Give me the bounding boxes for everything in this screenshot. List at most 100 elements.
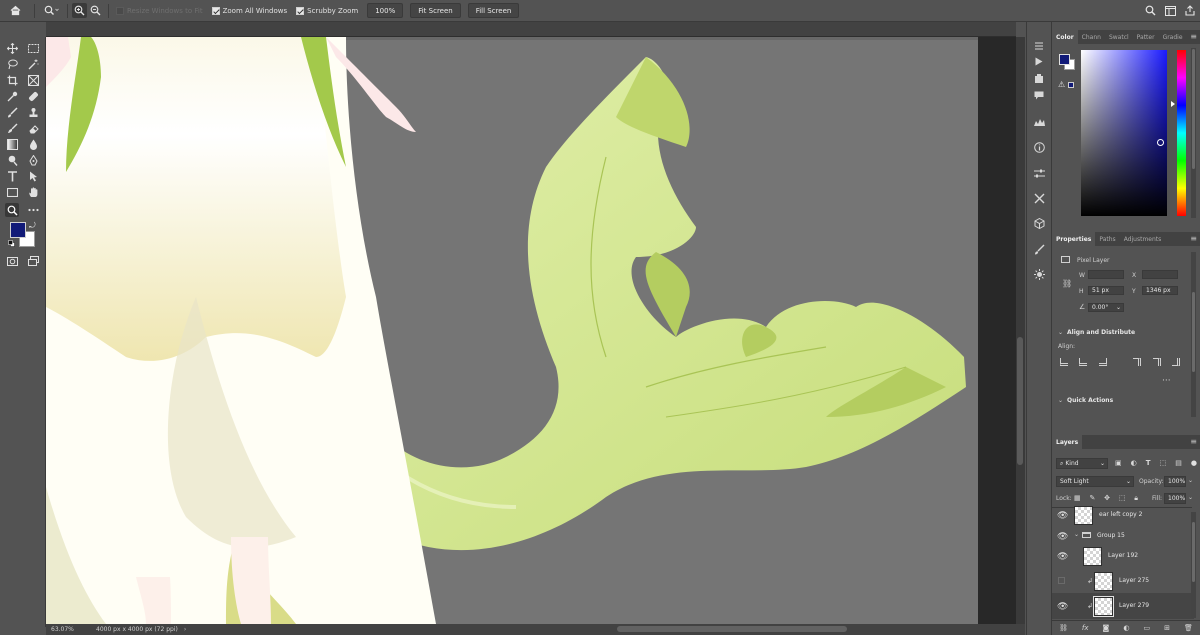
width-field[interactable]	[1088, 270, 1124, 279]
new-group-icon[interactable]: ▭	[1143, 624, 1150, 632]
more-tools-icon[interactable]	[26, 203, 40, 217]
align-right-icon[interactable]	[1098, 358, 1107, 366]
web-safe-swatch[interactable]	[1068, 82, 1074, 88]
zoom-in-icon[interactable]	[72, 3, 87, 18]
tab-layers[interactable]: Layers	[1052, 435, 1083, 449]
info-icon[interactable]	[1032, 141, 1046, 153]
brush-tool-icon[interactable]	[5, 105, 19, 119]
visibility-eye-icon[interactable]: 👁︎	[1057, 602, 1068, 612]
share-icon[interactable]	[1180, 0, 1200, 22]
type-tool-icon[interactable]	[5, 169, 19, 183]
zoom-tool-preset-icon[interactable]	[39, 0, 63, 22]
screen-mode-icon[interactable]	[26, 254, 40, 268]
zoom-tool-icon[interactable]	[5, 203, 19, 217]
tool-presets-icon[interactable]	[1032, 192, 1046, 204]
hue-slider[interactable]	[1177, 50, 1186, 216]
panel-menu-icon[interactable]: ≡	[1190, 32, 1197, 41]
document-info[interactable]: 4000 px x 4000 px (72 ppi)	[96, 626, 178, 633]
swap-colors-icon[interactable]: ⤾	[29, 221, 36, 231]
filter-kind-dropdown[interactable]: ⌕ Kind ⌄	[1056, 458, 1108, 469]
frame-tool-icon[interactable]	[26, 73, 40, 87]
filter-adjustment-icon[interactable]: ◐	[1131, 459, 1137, 468]
tab-channels[interactable]: Chann	[1078, 30, 1105, 44]
angle-field[interactable]: 0.00° ⌄	[1088, 303, 1124, 312]
opacity-field[interactable]: 100%	[1164, 476, 1186, 487]
quick-mask-icon[interactable]	[5, 254, 19, 268]
search-icon[interactable]	[1140, 0, 1160, 22]
section-chevron-icon[interactable]: ⌄	[1058, 397, 1063, 404]
scrubby-zoom-checkbox[interactable]: Scrubby Zoom	[296, 6, 358, 15]
new-adjustment-icon[interactable]: ◐	[1123, 624, 1129, 632]
height-field[interactable]: 51 px	[1088, 286, 1124, 295]
panel-scrollbar[interactable]	[1191, 48, 1196, 218]
link-dimensions-icon[interactable]: ⛓	[1062, 279, 1072, 288]
panel-menu-icon[interactable]: ≡	[1190, 437, 1197, 446]
horizontal-scroll-thumb[interactable]	[617, 626, 847, 632]
align-middle-v-icon[interactable]	[1152, 358, 1161, 366]
eraser-tool-icon[interactable]	[26, 121, 40, 135]
align-distribute-heading[interactable]: Align and Distribute	[1067, 329, 1135, 336]
status-menu-icon[interactable]: ›	[184, 626, 186, 633]
brushes-icon[interactable]	[1032, 243, 1046, 255]
3d-icon[interactable]	[1032, 217, 1046, 229]
visibility-eye-icon[interactable]: 👁︎	[1057, 532, 1068, 542]
filter-toggle-icon[interactable]: ●	[1191, 459, 1197, 468]
chevron-down-icon[interactable]: ⌄	[1116, 304, 1121, 311]
hue-slider-handle[interactable]	[1171, 101, 1175, 107]
visibility-eye-icon[interactable]: 👁︎	[1057, 552, 1068, 562]
section-chevron-icon[interactable]: ⌄	[1058, 329, 1063, 336]
home-icon[interactable]	[0, 0, 30, 22]
vertical-scrollbar[interactable]	[1016, 37, 1025, 624]
gamut-warning-icon[interactable]: ⚠	[1058, 80, 1065, 89]
color-fg-swatch[interactable]	[1059, 54, 1070, 65]
align-left-icon[interactable]	[1060, 358, 1068, 366]
resize-windows-checkbox[interactable]: Resize Windows to Fit	[116, 6, 203, 15]
gradient-tool-icon[interactable]	[5, 137, 19, 151]
path-selection-tool-icon[interactable]	[26, 169, 40, 183]
histogram-icon[interactable]	[1032, 116, 1046, 128]
chevron-down-icon[interactable]: ⌄	[1188, 494, 1193, 501]
tab-properties[interactable]: Properties	[1052, 232, 1096, 246]
scroll-thumb[interactable]	[1017, 337, 1023, 465]
filter-smart-object-icon[interactable]: ▤	[1175, 459, 1182, 468]
zoom-100-button[interactable]: 100%	[367, 3, 404, 18]
x-field[interactable]	[1142, 270, 1178, 279]
crop-tool-icon[interactable]	[5, 73, 19, 87]
properties-scrollbar[interactable]	[1191, 252, 1196, 417]
zoom-out-icon[interactable]	[87, 0, 104, 22]
tab-gradients[interactable]: Gradie	[1159, 30, 1187, 44]
clone-source-icon[interactable]	[1032, 268, 1046, 280]
workspace-icon[interactable]	[1160, 0, 1180, 22]
comments-icon[interactable]	[1032, 89, 1046, 101]
dodge-tool-icon[interactable]	[5, 153, 19, 167]
filter-type-icon[interactable]: T	[1146, 459, 1151, 468]
chevron-down-icon[interactable]: ⌄	[1188, 477, 1193, 484]
healing-brush-tool-icon[interactable]	[26, 89, 40, 103]
zoom-all-windows-checkbox[interactable]: Zoom All Windows	[211, 6, 287, 15]
clone-stamp-tool-icon[interactable]	[26, 105, 40, 119]
layer-row[interactable]: ↲ Layer 275	[1052, 568, 1192, 594]
fit-screen-button[interactable]: Fit Screen	[410, 3, 461, 18]
history-icon[interactable]	[1032, 40, 1046, 52]
default-colors-icon[interactable]	[8, 240, 15, 247]
lasso-tool-icon[interactable]	[5, 57, 19, 71]
align-bottom-icon[interactable]	[1171, 358, 1180, 366]
layer-effects-icon[interactable]: fx	[1082, 624, 1089, 632]
align-top-icon[interactable]	[1133, 358, 1142, 366]
blur-tool-icon[interactable]	[26, 137, 40, 151]
layer-row[interactable]: 👁︎ Layer 192	[1052, 543, 1192, 569]
tab-paths[interactable]: Paths	[1095, 232, 1119, 246]
tab-color[interactable]: Color	[1052, 30, 1078, 44]
move-tool-icon[interactable]	[5, 41, 19, 55]
more-options-icon[interactable]: ···	[1162, 376, 1171, 386]
rectangle-tool-icon[interactable]	[5, 185, 19, 199]
document-canvas[interactable]	[46, 37, 1016, 624]
visibility-toggle-off[interactable]	[1058, 577, 1065, 584]
align-center-h-icon[interactable]	[1079, 358, 1088, 366]
color-picker-cursor[interactable]	[1157, 139, 1164, 146]
libraries-icon[interactable]	[1032, 72, 1046, 84]
adjustments-icon[interactable]	[1032, 167, 1046, 179]
delete-layer-icon[interactable]: 🗑︎	[1184, 624, 1193, 632]
magic-wand-tool-icon[interactable]	[26, 57, 40, 71]
history-brush-tool-icon[interactable]	[5, 121, 19, 135]
